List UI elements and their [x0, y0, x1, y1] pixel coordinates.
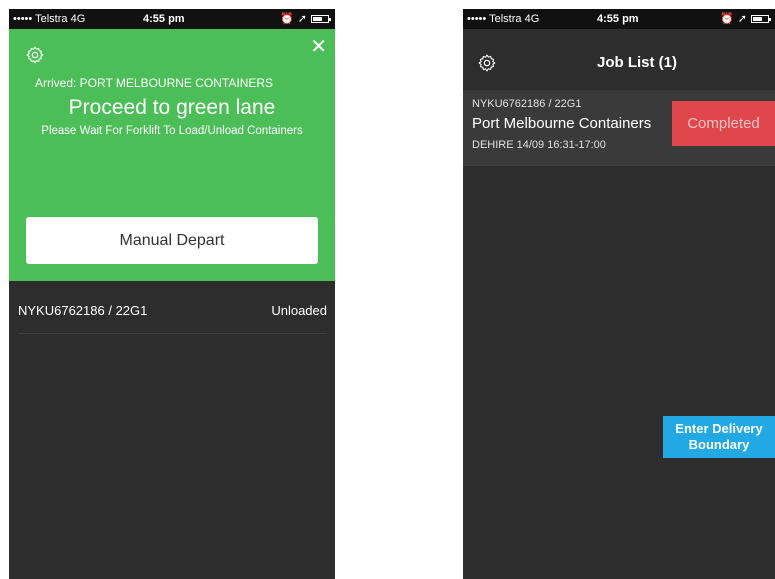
- job-schedule: DEHIRE 14/09 16:31-17:00: [472, 139, 606, 151]
- proceed-headline: Proceed to green lane: [68, 96, 276, 119]
- completed-status-badge[interactable]: Completed: [672, 101, 775, 146]
- battery-icon: [311, 14, 331, 23]
- battery-icon: [751, 14, 771, 23]
- job-location-name: Port Melbourne Containers: [472, 115, 652, 132]
- list-divider: [463, 165, 775, 166]
- carrier-label: ••••• Telstra: [13, 13, 68, 25]
- page-title: Job List (1): [596, 54, 677, 71]
- status-bar: ••••• Telstra 4G 4:55 pm ⏰ ➚: [463, 9, 775, 29]
- clock: 4:55 pm: [143, 13, 185, 25]
- manual-depart-button[interactable]: Manual Depart: [26, 217, 318, 264]
- location-arrow-icon: ➚: [297, 13, 307, 25]
- container-code: NYKU6762186 / 22G1: [18, 303, 148, 318]
- gear-icon[interactable]: [25, 45, 45, 65]
- nav-bar: Job List (1): [463, 29, 775, 89]
- carrier-info: ••••• Telstra 4G: [13, 13, 85, 25]
- status-bar: ••••• Telstra 4G 4:55 pm ⏰ ➚: [9, 9, 335, 29]
- status-icons: ⏰ ➚: [280, 12, 331, 25]
- instruction-text: Please Wait For Forklift To Load/Unload …: [41, 125, 303, 137]
- arrival-screen: ••••• Telstra 4G 4:55 pm ⏰ ➚ ✕ Arrived: …: [9, 9, 335, 579]
- container-status: Unloaded: [271, 303, 327, 318]
- carrier-info: ••••• Telstra 4G: [467, 13, 539, 25]
- alarm-icon: ⏰: [280, 13, 294, 25]
- arrival-banner: ✕ Arrived: PORT MELBOURNE CONTAINERS Pro…: [9, 29, 335, 281]
- carrier-label: ••••• Telstra: [467, 13, 522, 25]
- job-container-code: NYKU6762186 / 22G1: [472, 98, 582, 110]
- container-row[interactable]: NYKU6762186 / 22G1 Unloaded: [9, 281, 335, 334]
- row-divider: [18, 333, 327, 334]
- job-list-screen: ••••• Telstra 4G 4:55 pm ⏰ ➚ Job List (1…: [463, 9, 775, 579]
- title-wrap: Job List (1): [463, 54, 775, 71]
- status-icons: ⏰ ➚: [720, 12, 771, 25]
- alarm-icon: ⏰: [720, 13, 734, 25]
- network-label: 4G: [70, 13, 86, 25]
- network-label: 4G: [524, 13, 540, 25]
- clock: 4:55 pm: [597, 13, 639, 25]
- location-arrow-icon: ➚: [737, 13, 747, 25]
- delivery-button-label: Enter Delivery Boundary: [675, 421, 763, 452]
- close-icon[interactable]: ✕: [310, 37, 327, 57]
- arrived-location: Arrived: PORT MELBOURNE CONTAINERS: [35, 76, 274, 90]
- enter-delivery-boundary-button[interactable]: Enter Delivery Boundary: [663, 416, 775, 458]
- job-list-item[interactable]: NYKU6762186 / 22G1 Port Melbourne Contai…: [463, 90, 775, 165]
